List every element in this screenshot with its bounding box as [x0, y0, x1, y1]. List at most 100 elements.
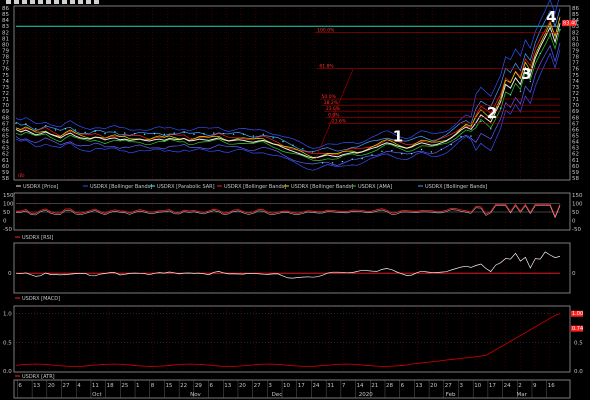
parabolic-sar-dot: [341, 160, 344, 163]
bollinger-upper-band-2: [15, 8, 561, 153]
atr-y-tick-left: 1.0: [3, 312, 12, 318]
atr-panel-frame: [13, 305, 571, 373]
legend-entry: USDRX [Price]: [23, 184, 58, 190]
rsi-y-tick-right: 100: [572, 202, 583, 208]
ama-line: [15, 28, 561, 161]
parabolic-sar-dot: [133, 132, 136, 135]
indicator-panels: 150150100100505000-50-50001.01.00.50.50.…: [3, 193, 583, 375]
date-tick-label: 15: [165, 383, 172, 389]
parabolic-sar-dot: [460, 136, 462, 138]
price-y-tick-left: 78: [2, 55, 9, 61]
price-y-tick-right: 59: [572, 170, 579, 176]
price-y-tick-left: 86: [2, 6, 9, 12]
line-icon[interactable]: [38, 0, 43, 4]
price-y-tick-right: 58: [572, 176, 579, 182]
month-label: 2020: [359, 392, 373, 398]
date-tick-label: 7: [342, 383, 346, 389]
parabolic-sar-dot: [420, 148, 423, 151]
pitchfork-icon[interactable]: [70, 0, 75, 4]
legend-entry: USDRX [Bollinger Bands]: [425, 184, 487, 190]
wave-label-2: 2: [487, 104, 497, 122]
parabolic-sar-dot: [44, 125, 47, 127]
macd-panel-frame: [13, 242, 571, 294]
macd-line: [15, 251, 561, 279]
atr-value-label: 0.74: [572, 326, 583, 332]
parabolic-sar-dot: [124, 132, 126, 134]
fib-icon[interactable]: [54, 0, 59, 4]
date-tick-label: 13: [224, 383, 231, 389]
arrow-icon[interactable]: [6, 0, 11, 4]
price-y-tick-right: 65: [572, 134, 579, 140]
date-tick-label: 21: [371, 383, 378, 389]
date-tick-label: 6: [18, 383, 22, 389]
price-y-tick-right: 66: [572, 127, 579, 133]
atr-line: [15, 313, 561, 367]
price-y-tick-left: 64: [2, 140, 9, 146]
price-y-tick-right: 69: [572, 109, 579, 115]
month-label: Mar: [516, 392, 527, 398]
date-tick-label: 3: [459, 383, 463, 389]
parabolic-sar-dot: [252, 135, 255, 137]
settings-icon[interactable]: [86, 0, 91, 4]
toolbar: [6, 0, 99, 4]
price-y-tick-left: 61: [2, 158, 9, 164]
parabolic-sar-dot: [312, 151, 314, 153]
date-tick-label: 3: [268, 383, 272, 389]
rsi-y-tick-left: 150: [3, 193, 14, 199]
date-tick-label: 2: [518, 383, 522, 389]
rsi-y-tick-left: 100: [3, 202, 14, 208]
zoom-out-icon[interactable]: [30, 0, 35, 4]
parabolic-sar-dot: [282, 140, 284, 143]
fib-level-label: -23.6%: [330, 118, 347, 124]
parabolic-sar-dot: [559, 29, 561, 31]
parabolic-sar-dot: [173, 132, 175, 134]
parabolic-sar-dot: [391, 149, 393, 152]
zoom-in-icon[interactable]: [22, 0, 27, 4]
date-tick-label: 14: [357, 383, 364, 389]
date-tick-label: 28: [386, 383, 393, 389]
parabolic-sar-dot: [371, 154, 373, 156]
legend-entry: USDRX [Parabolic SAR]: [157, 184, 215, 190]
parabolic-sar-dot: [470, 135, 472, 137]
price-y-tick-right: 72: [572, 91, 579, 97]
rsi-signal-line: [15, 205, 561, 219]
cross-icon[interactable]: [14, 0, 19, 4]
parabolic-sar-dot: [64, 128, 67, 130]
parabolic-sar-dot: [193, 133, 195, 135]
date-tick-label: 10: [474, 383, 481, 389]
price-y-tick-right: 81: [572, 36, 579, 42]
price-y-tick-left: 81: [2, 36, 9, 42]
date-tick-label: 4: [77, 383, 81, 389]
parabolic-sar-dot: [321, 162, 324, 164]
channel-icon[interactable]: [62, 0, 67, 4]
text-icon[interactable]: [46, 0, 51, 4]
price-y-tick-right: 70: [572, 103, 579, 109]
price-y-tick-left: 84: [2, 18, 9, 24]
date-tick-label: 18: [107, 383, 114, 389]
parabolic-sar-dot: [509, 94, 512, 96]
legend-entry: USDRX [AMA]: [358, 184, 392, 190]
price-y-tick-left: 60: [2, 164, 9, 170]
atr-y-tick-left: 0.5: [3, 340, 12, 346]
price-y-tick-left: 68: [2, 115, 9, 121]
print-icon[interactable]: [94, 0, 99, 4]
gann-icon[interactable]: [78, 0, 83, 4]
wave-label-1: 1: [393, 128, 403, 146]
price-y-tick-left: 72: [2, 91, 9, 97]
macd-legend-entry: USDRX [MACD]: [22, 296, 60, 302]
price-y-tick-left: 74: [2, 79, 9, 85]
parabolic-sar-dot: [351, 158, 353, 160]
price-y-tick-left: 73: [2, 85, 9, 91]
parabolic-sar-dot: [381, 150, 383, 152]
parabolic-sar-dot: [292, 144, 294, 146]
parabolic-sar-dot: [25, 123, 27, 125]
date-tick-label: 24: [504, 383, 511, 389]
atr-y-tick-right: 0.0: [574, 369, 583, 375]
parabolic-sar-dot: [450, 143, 452, 146]
price-y-tick-right: 64: [572, 140, 579, 146]
month-label: Dec: [272, 392, 283, 398]
price-y-tick-left: 80: [2, 42, 9, 48]
price-y-tick-left: 71: [2, 97, 9, 103]
parabolic-sar-dot: [480, 120, 482, 123]
price-y-tick-right: 73: [572, 85, 579, 91]
